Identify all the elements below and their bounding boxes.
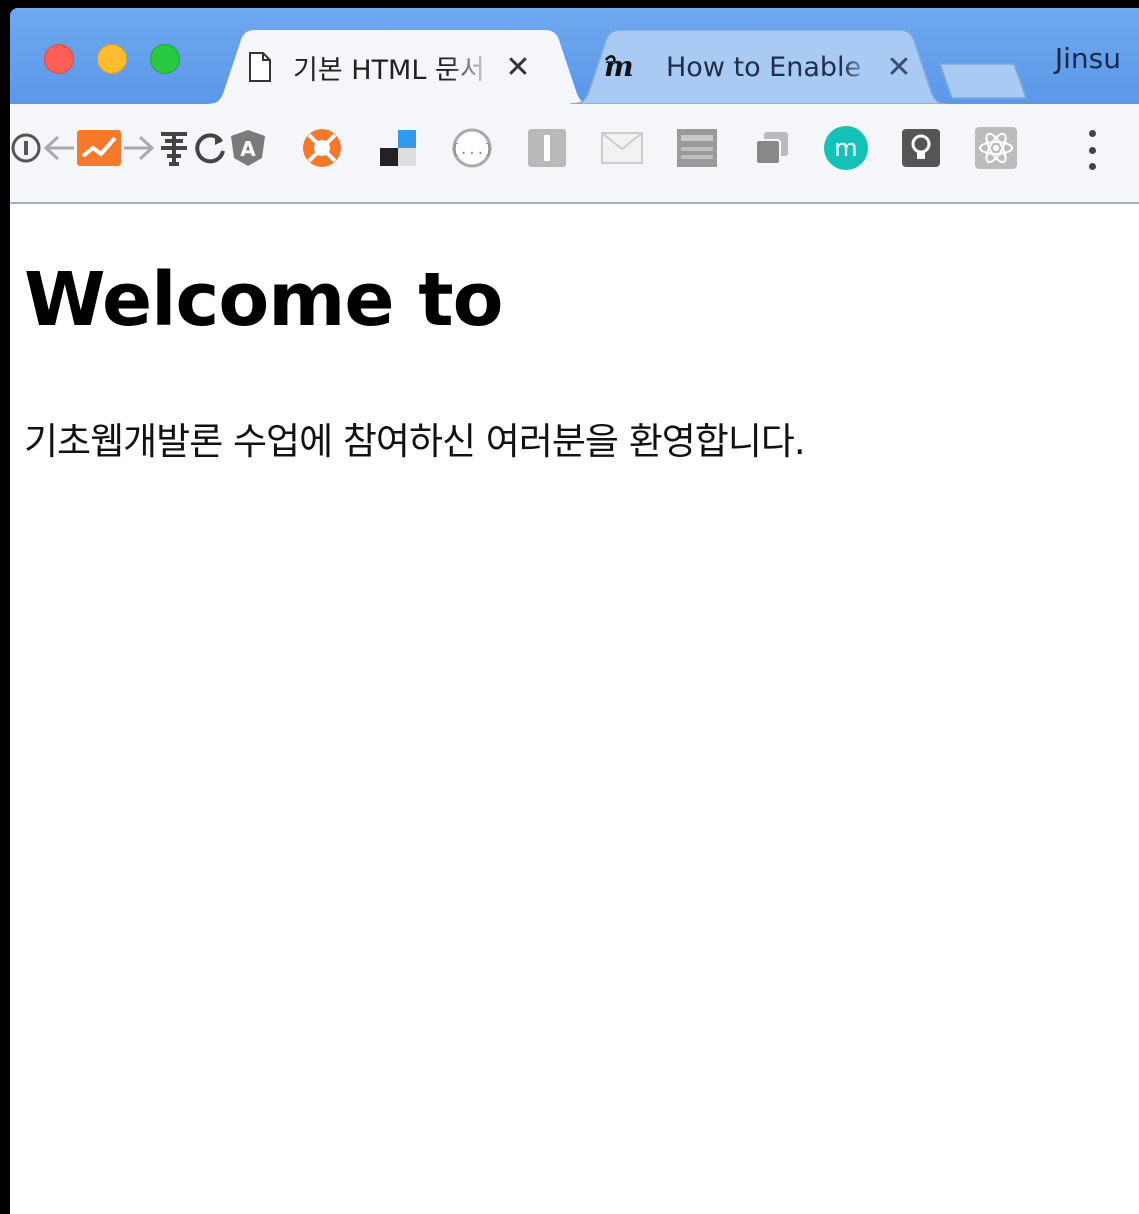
- tab-strip: 기본 HTML 문서 ✕ m How to Enable ✕ Jinsu: [10, 8, 1139, 104]
- refresh-icon[interactable]: [192, 126, 228, 170]
- info-icon[interactable]: [10, 126, 42, 170]
- menu-kebab-icon[interactable]: [1082, 130, 1102, 170]
- delicious-icon[interactable]: [376, 126, 420, 170]
- newsletter-icon[interactable]: [674, 126, 720, 170]
- document-icon: [245, 49, 275, 85]
- m-circle-icon[interactable]: m: [822, 126, 870, 170]
- react-icon[interactable]: [972, 126, 1020, 170]
- forward-arrow-icon[interactable]: [122, 126, 156, 170]
- tab-title: 기본 HTML 문서: [293, 54, 485, 86]
- tab-title: How to Enable: [666, 51, 862, 83]
- lifebuoy-icon[interactable]: [300, 126, 344, 170]
- medium-icon: m: [604, 49, 648, 85]
- tower-icon[interactable]: [156, 126, 192, 170]
- lightbulb-icon[interactable]: [898, 126, 944, 170]
- code-brackets-icon[interactable]: {...}: [450, 126, 494, 170]
- page-heading: Welcome to: [24, 257, 504, 343]
- tab-how-to-enable[interactable]: m How to Enable ✕: [570, 30, 950, 104]
- svg-text:A: A: [240, 137, 256, 161]
- back-arrow-icon[interactable]: [42, 126, 76, 170]
- welcome-paragraph: 기초웹개발론 수업에 참여하신 여러분을 환영합니다.: [24, 420, 806, 464]
- svg-text:m: m: [834, 134, 857, 162]
- maximize-window-button[interactable]: [150, 44, 180, 74]
- analytics-icon[interactable]: [76, 126, 122, 170]
- angular-icon[interactable]: A: [228, 126, 268, 170]
- page-content: Welcome to 기초웹개발론 수업에 참여하신 여러분을 환영합니다.: [24, 257, 1124, 465]
- profile-name[interactable]: Jinsu: [1055, 42, 1121, 75]
- browser-window: 기본 HTML 문서 ✕ m How to Enable ✕ Jinsu: [10, 8, 1139, 1214]
- mail-icon[interactable]: [598, 126, 646, 170]
- tab-close-button[interactable]: ✕: [884, 50, 914, 85]
- tab-close-button[interactable]: ✕: [503, 50, 533, 85]
- close-window-button[interactable]: [44, 44, 74, 74]
- cursor-box-icon[interactable]: [524, 126, 570, 170]
- svg-text:{...}: {...}: [451, 142, 493, 158]
- minimize-window-button[interactable]: [97, 44, 127, 74]
- new-tab-button[interactable]: [932, 30, 1032, 104]
- copy-icon[interactable]: [750, 126, 794, 170]
- tab-basic-html[interactable]: 기본 HTML 문서 ✕: [205, 30, 595, 104]
